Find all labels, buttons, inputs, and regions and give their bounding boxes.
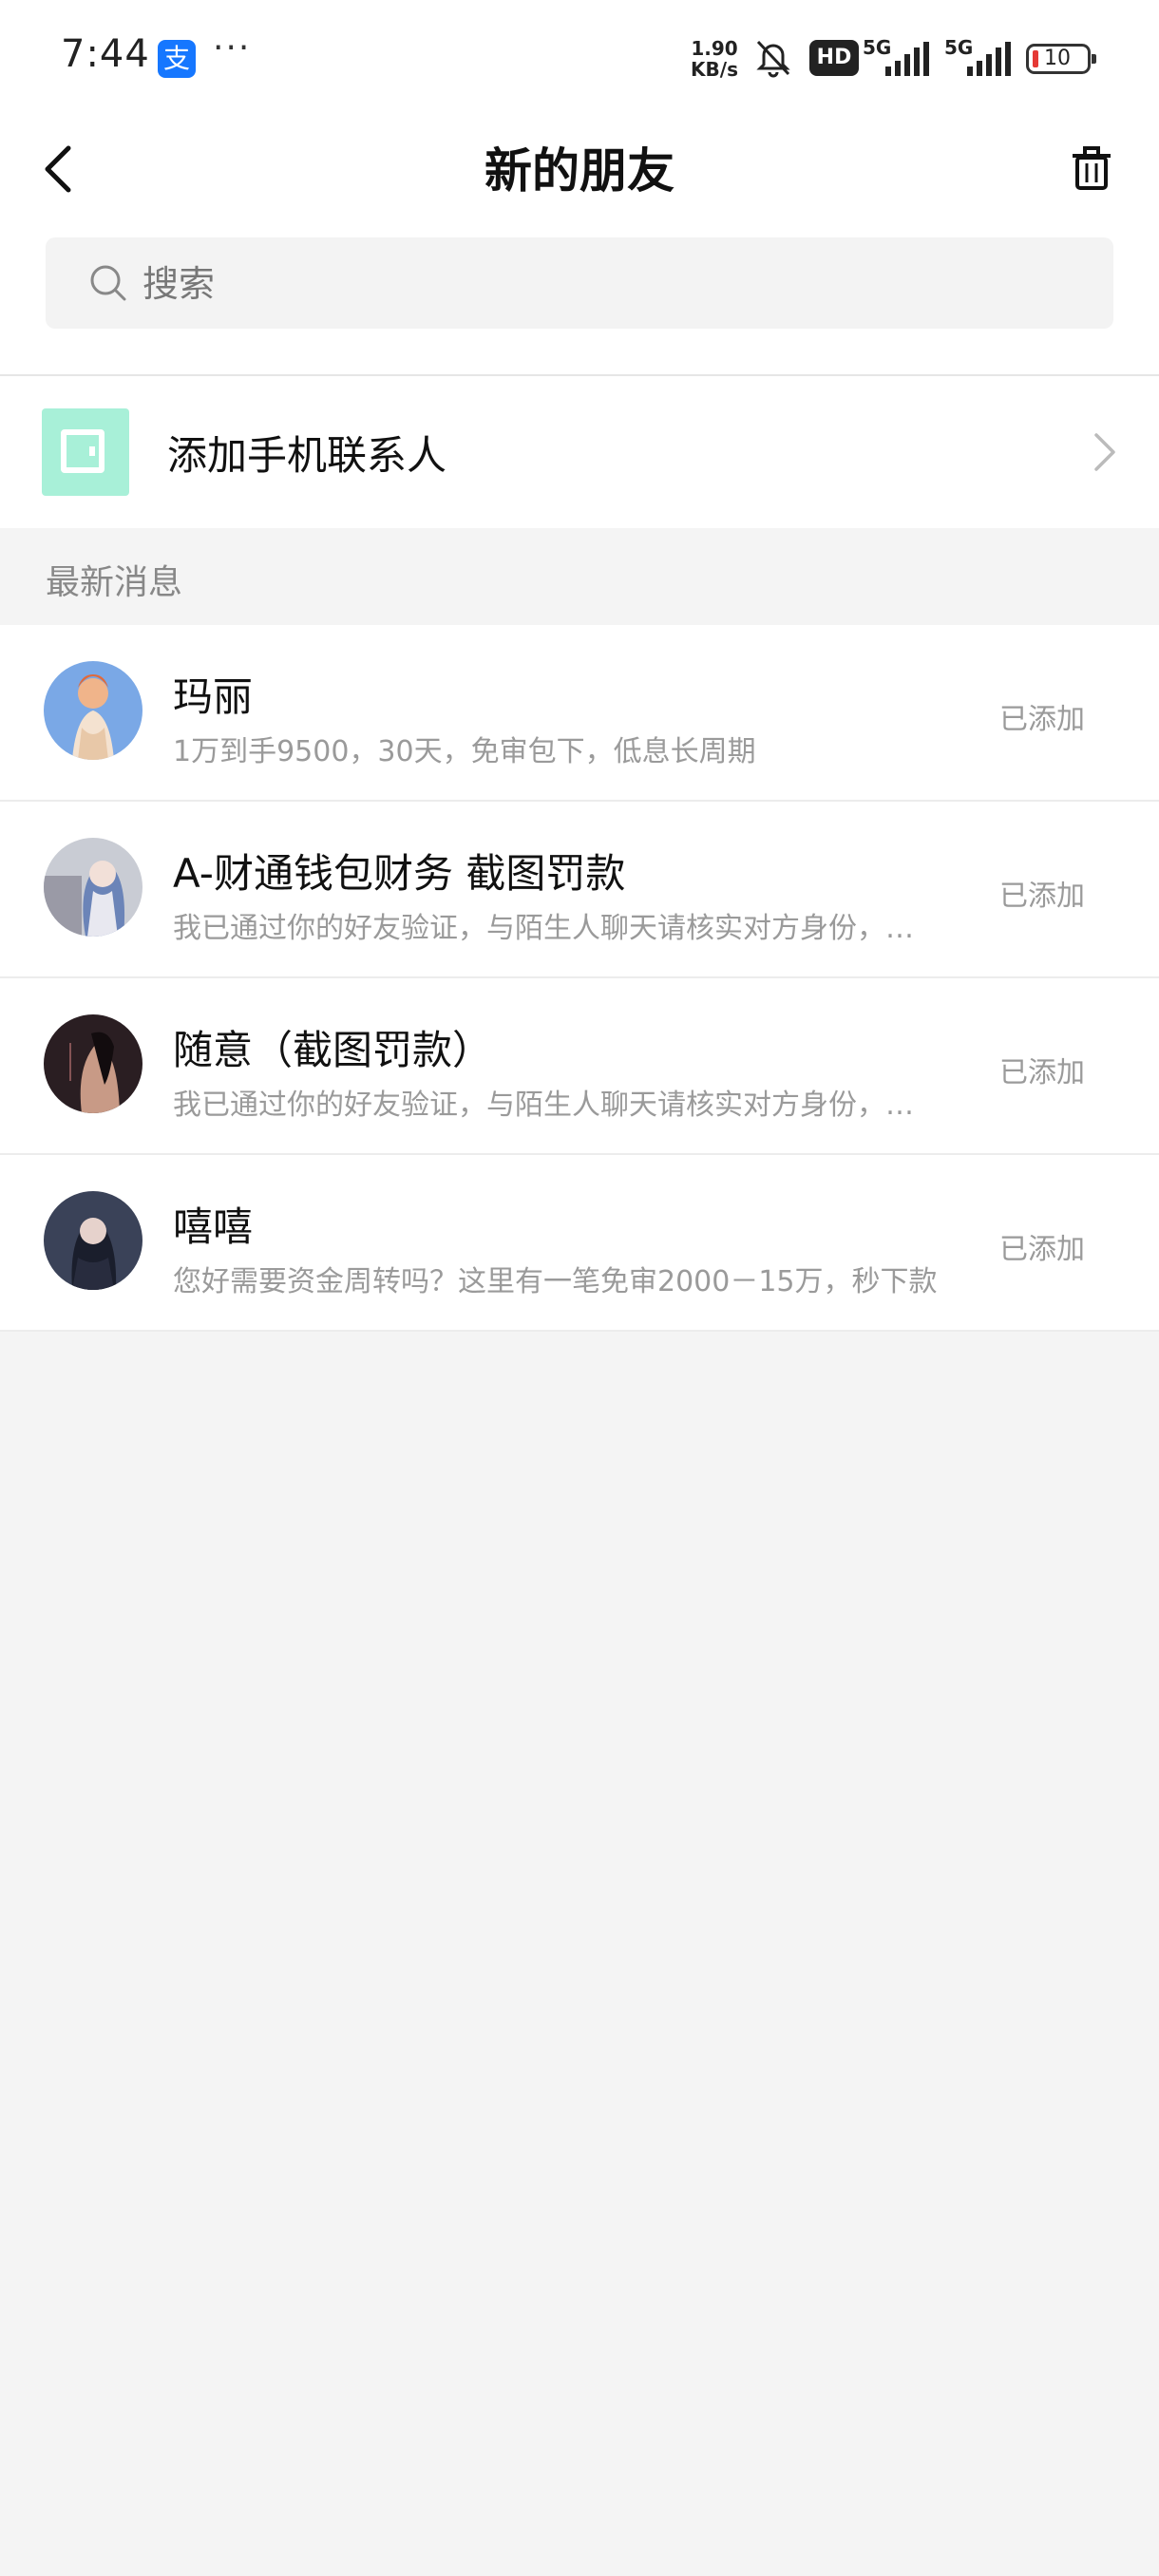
contact-name: A-财通钱包财务 截图罚款 [173, 850, 626, 897]
avatar[interactable] [44, 661, 142, 760]
net-speed-unit: KB/s [691, 58, 738, 81]
friend-request-row[interactable]: 玛丽 1万到手9500，30天，免审包下，低息长周期 已添加 [0, 625, 1159, 802]
battery-icon: 10 [1026, 44, 1096, 74]
phone-contacts-icon [42, 408, 129, 496]
add-phone-contacts-row[interactable]: 添加手机联系人 [0, 376, 1159, 528]
added-status: 已添加 [999, 880, 1085, 913]
net-speed-value: 1.90 [691, 37, 738, 60]
contact-name: 玛丽 [173, 673, 254, 720]
status-bar: 7:44 支 ··· 1.90 KB/s HD 5G 5G 10 [0, 0, 1159, 114]
page-title: 新的朋友 [484, 143, 674, 199]
request-message: 1万到手9500，30天，免审包下，低息长周期 [173, 735, 756, 768]
contact-name: 嘻嘻 [173, 1203, 254, 1250]
section-header: 最新消息 [0, 528, 1159, 625]
hd-voice-icon: HD [809, 40, 859, 76]
request-message: 您好需要资金周转吗？这里有一笔免审2000－15万，秒下款 [173, 1265, 938, 1298]
friend-request-row[interactable]: 嘻嘻 您好需要资金周转吗？这里有一笔免审2000－15万，秒下款 已添加 [0, 1155, 1159, 1332]
search-bar[interactable] [46, 237, 1113, 329]
added-status: 已添加 [999, 1056, 1085, 1089]
avatar[interactable] [44, 1014, 142, 1113]
alipay-icon: 支 [158, 40, 196, 78]
trash-icon[interactable] [1072, 146, 1112, 190]
friend-request-row[interactable]: A-财通钱包财务 截图罚款 我已通过你的好友验证，与陌生人聊天请核实对方身份，谨… [0, 802, 1159, 978]
mute-icon [756, 40, 790, 78]
request-message: 我已通过你的好友验证，与陌生人聊天请核实对方身份，谨... [173, 1089, 940, 1122]
friend-request-list: 玛丽 1万到手9500，30天，免审包下，低息长周期 已添加 A-财通钱包财务 … [0, 625, 1159, 1332]
search-input[interactable] [141, 258, 999, 310]
friend-request-row[interactable]: 随意（截图罚款） 我已通过你的好友验证，与陌生人聊天请核实对方身份，谨... 已… [0, 978, 1159, 1155]
net-speed: 1.90 KB/s [686, 38, 743, 80]
contact-name: 随意（截图罚款） [173, 1027, 493, 1073]
contact-card-glyph [61, 429, 104, 473]
battery-percent: 10 [1044, 47, 1071, 70]
request-message: 我已通过你的好友验证，与陌生人聊天请核实对方身份，谨... [173, 912, 940, 945]
sim1-signal-icon [885, 42, 929, 76]
status-time: 7:44 [61, 32, 150, 76]
avatar[interactable] [44, 838, 142, 937]
added-status: 已添加 [999, 1233, 1085, 1266]
more-notifications-icon: ··· [213, 28, 252, 67]
search-icon [90, 265, 126, 301]
battery-cap [1092, 54, 1096, 64]
section-title: 最新消息 [46, 563, 183, 602]
added-status: 已添加 [999, 703, 1085, 736]
sim2-signal-icon [967, 42, 1011, 76]
chevron-right-icon [1094, 433, 1115, 471]
battery-level [1033, 50, 1038, 67]
add-phone-contacts-label: 添加手机联系人 [167, 432, 447, 479]
avatar[interactable] [44, 1191, 142, 1290]
